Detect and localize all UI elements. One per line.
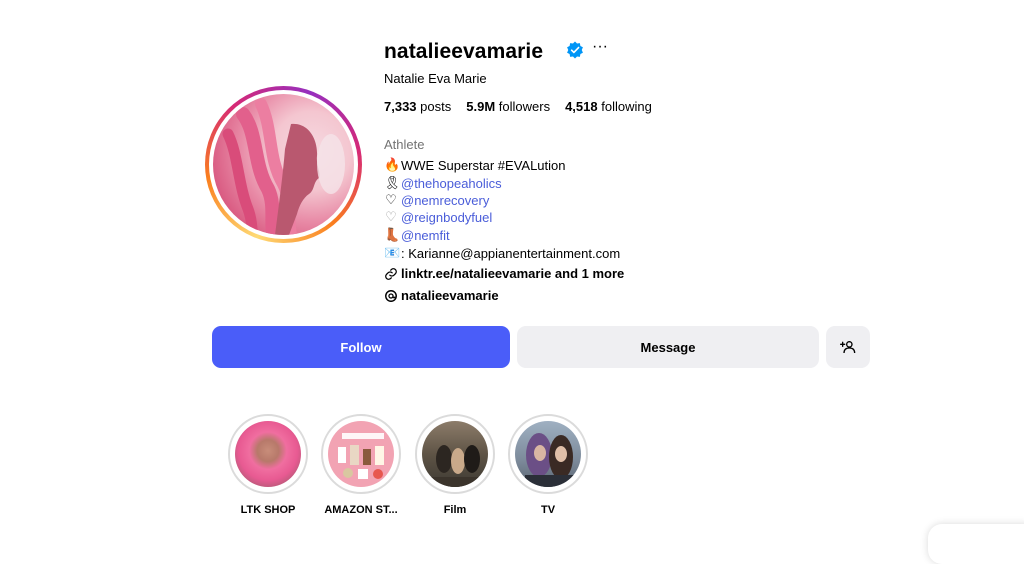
mention-link[interactable]: @nemfit — [401, 228, 450, 243]
fire-icon: 🔥 — [384, 157, 401, 172]
profile-stats: 7,333 posts 5.9M followers 4,518 followi… — [384, 99, 652, 114]
highlight-label: AMAZON ST... — [324, 504, 398, 516]
highlight-image — [515, 421, 581, 487]
highlight-label: TV — [540, 504, 556, 516]
mention-link[interactable]: @nemrecovery — [401, 193, 489, 208]
highlight-cover — [508, 414, 588, 494]
profile-full-name: Natalie Eva Marie — [384, 71, 487, 86]
bio-text: WWE Superstar #EVALution — [401, 157, 566, 173]
bio-line-nemrecovery: ♡ @nemrecovery — [384, 192, 489, 208]
highlight-ltk-shop[interactable]: LTK SHOP — [226, 414, 310, 516]
suggested-users-button[interactable] — [826, 326, 870, 368]
bio-text: : Karianne@appianentertainment.com — [401, 245, 621, 261]
highlight-tv[interactable]: TV — [506, 414, 590, 516]
bio-line-contact: 📧 : Karianne@appianentertainment.com — [384, 245, 620, 261]
heart-icon: ♡ — [385, 192, 397, 207]
profile-category: Athlete — [384, 137, 425, 152]
bio-line-wwe: 🔥 WWE Superstar #EVALution — [384, 157, 566, 173]
white-heart-icon: ♡ — [385, 209, 397, 224]
followers-label: followers — [498, 99, 551, 114]
following-count: 4,518 — [565, 99, 598, 114]
posts-label: posts — [420, 99, 452, 114]
bio-line-reignbodyfuel: ♡ @reignbodyfuel — [384, 209, 492, 225]
linktree-link[interactable]: linktr.ee/natalieevamarie and 1 more — [401, 266, 624, 281]
posts-stat: 7,333 posts — [384, 99, 451, 114]
followers-count: 5.9M — [466, 99, 496, 114]
threads-badge[interactable]: natalieevamarie — [384, 288, 499, 303]
highlight-amazon-store[interactable]: AMAZON ST... — [319, 414, 403, 516]
highlight-label: LTK SHOP — [240, 504, 296, 516]
highlight-image — [422, 421, 488, 487]
highlight-cover — [415, 414, 495, 494]
boot-icon: 👢 — [384, 227, 401, 242]
ribbon-icon: 🎗 — [384, 175, 401, 190]
message-button[interactable]: Message — [517, 326, 819, 368]
link-icon — [385, 267, 397, 280]
bio-line-hopeaholics: 🎗 @thehopeaholics — [384, 175, 502, 191]
highlight-label: Film — [443, 504, 467, 516]
profile-username: natalieevamarie — [384, 40, 544, 63]
add-user-icon — [840, 341, 856, 354]
mention-link[interactable]: @reignbodyfuel — [401, 210, 492, 225]
email-icon: 📧 — [384, 245, 401, 260]
following-label: following — [601, 99, 652, 114]
highlight-film[interactable]: Film — [413, 414, 497, 516]
threads-icon — [385, 289, 397, 302]
highlight-image — [328, 421, 394, 487]
threads-handle[interactable]: natalieevamarie — [401, 288, 499, 303]
highlight-cover — [321, 414, 401, 494]
profile-avatar[interactable] — [205, 86, 362, 243]
highlight-image — [235, 421, 301, 487]
floating-messages-card[interactable] — [928, 524, 1024, 564]
following-stat[interactable]: 4,518 following — [565, 99, 652, 114]
follow-button[interactable]: Follow — [212, 326, 510, 368]
bio-line-nemfit: 👢 @nemfit — [384, 227, 450, 243]
highlight-cover — [228, 414, 308, 494]
mention-link[interactable]: @thehopeaholics — [401, 176, 502, 191]
more-options-button[interactable]: ··· — [592, 39, 608, 60]
avatar-image — [213, 94, 354, 235]
bio-external-link[interactable]: linktr.ee/natalieevamarie and 1 more — [384, 266, 624, 281]
followers-stat[interactable]: 5.9M followers — [466, 99, 550, 114]
verified-badge-icon — [567, 41, 583, 59]
posts-count: 7,333 — [384, 99, 417, 114]
